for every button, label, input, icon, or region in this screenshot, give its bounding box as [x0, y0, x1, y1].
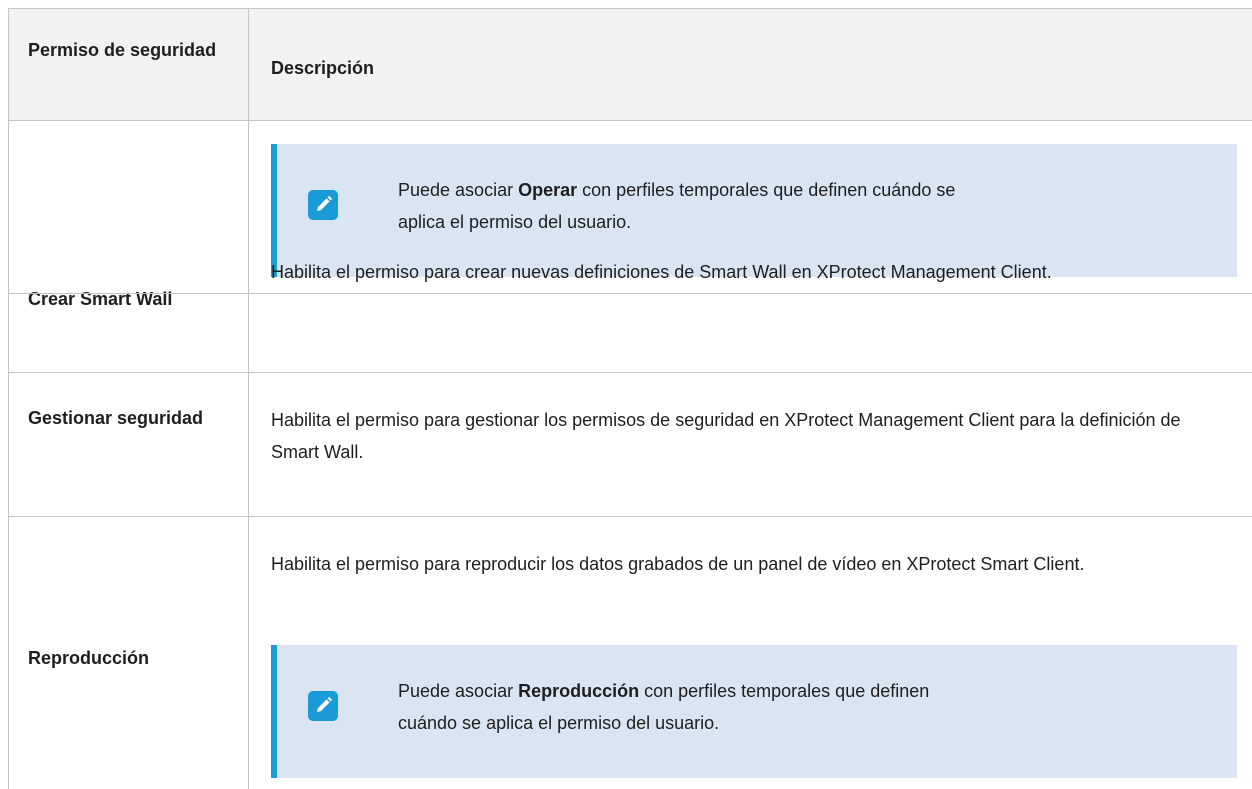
note-text-playback: Puede asociar Reproducción con perfiles … [398, 681, 930, 733]
pencil-edit-icon [308, 190, 338, 220]
row-divider [8, 516, 1252, 517]
pencil-edit-icon [308, 691, 338, 721]
description-create-smart-wall: Habilita el permiso para crear nuevas de… [271, 262, 1052, 282]
permission-manage-security: Gestionar seguridad [28, 408, 204, 428]
permissions-table: Permiso de seguridad Descripción Puede a… [0, 8, 1252, 789]
permission-playback: Reproducción [28, 648, 150, 668]
description-manage-security: Habilita el permiso para gestionar los p… [271, 410, 1181, 462]
description-playback: Habilita el permiso para reproducir los … [271, 554, 1085, 574]
column-divider [248, 8, 249, 789]
table-border-top [8, 8, 1252, 9]
note-text-operate: Puede asociar Operar con perfiles tempor… [398, 180, 956, 232]
row-divider [8, 293, 1252, 294]
header-permission: Permiso de seguridad [28, 40, 217, 60]
permission-create-smart-wall: Crear Smart Wall [28, 289, 173, 309]
header-description: Descripción [271, 58, 375, 78]
row-divider [8, 372, 1252, 373]
row-divider [8, 120, 1252, 121]
note-box-playback: Puede asociar Reproducción con perfiles … [271, 645, 1237, 778]
table-border-left [8, 8, 9, 789]
